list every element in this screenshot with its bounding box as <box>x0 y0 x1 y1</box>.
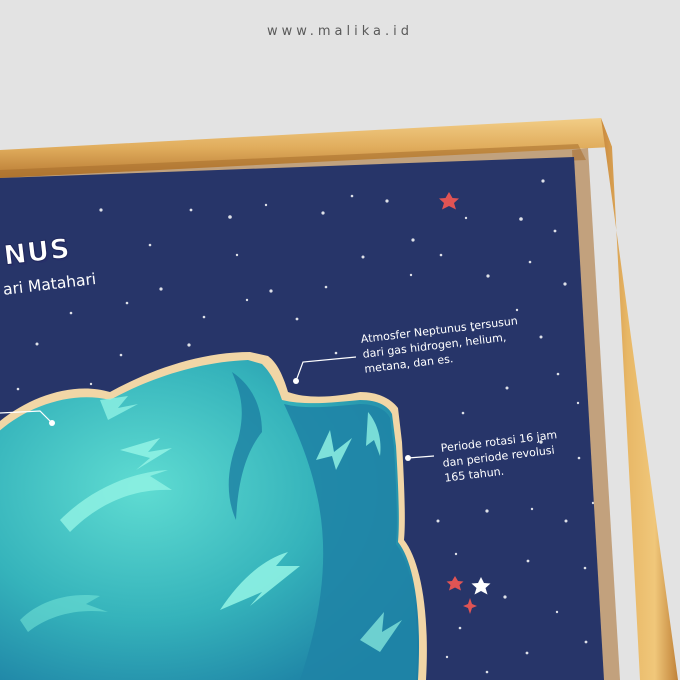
neptune-planet <box>0 352 427 680</box>
poster-scene <box>0 118 678 680</box>
